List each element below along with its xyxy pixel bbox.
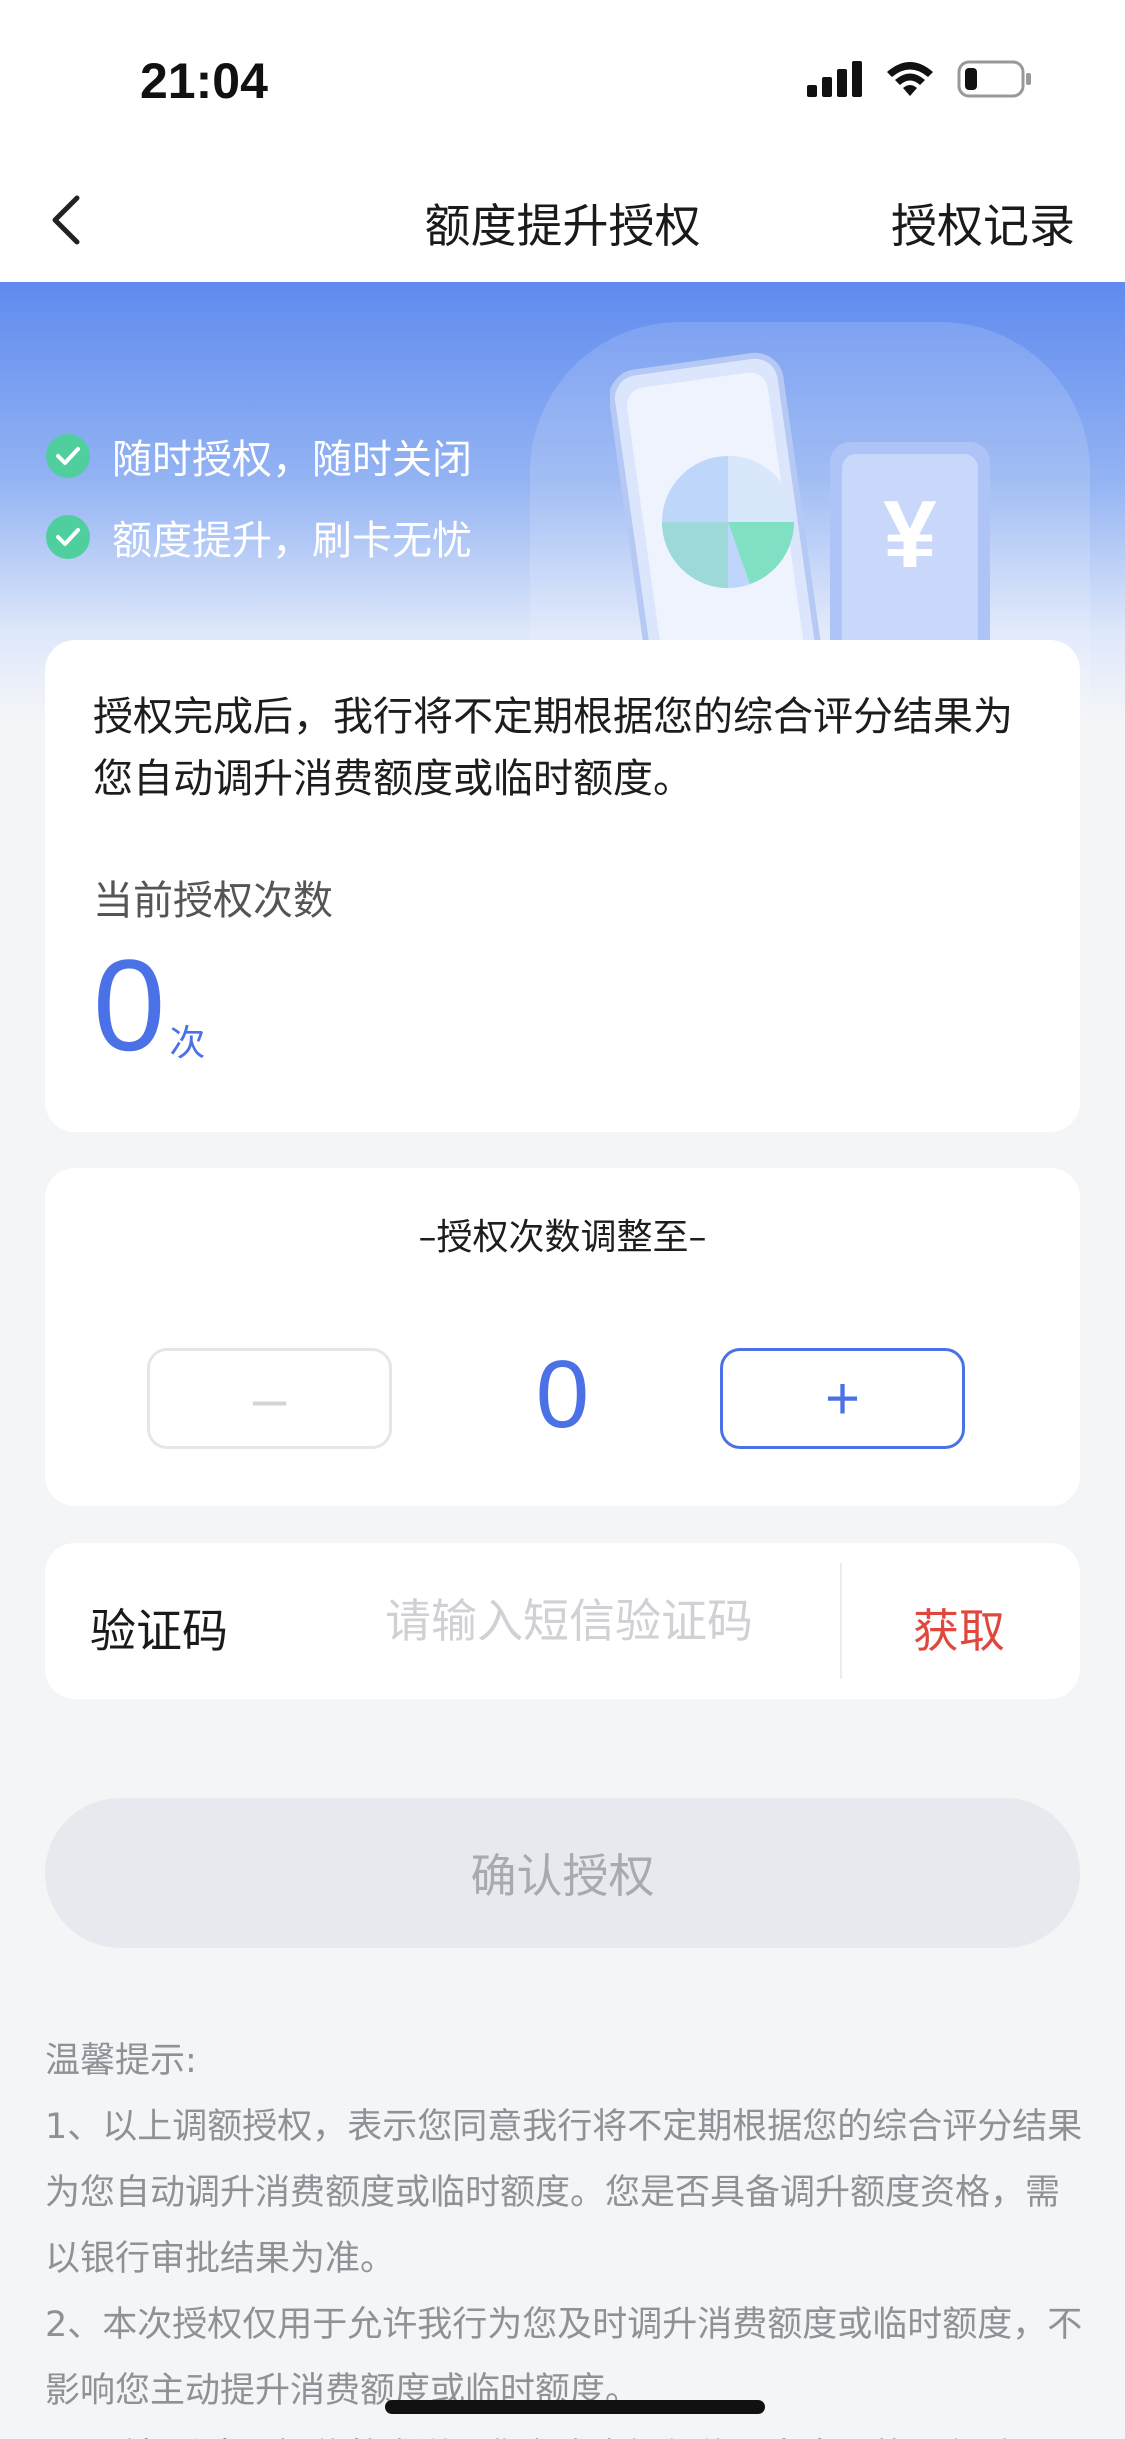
divider xyxy=(840,1563,842,1679)
auth-records-link[interactable]: 授权记录 xyxy=(891,190,1075,256)
feature-text: 随时授权，随时关闭 xyxy=(112,437,472,483)
battery-icon xyxy=(957,60,1031,98)
status-bar: 21:04 xyxy=(0,0,1125,160)
get-code-button[interactable]: 获取 xyxy=(913,1595,1005,1661)
feature-item: 额度提升，刷卡无忧 xyxy=(46,508,472,566)
tips-title: 温馨提示: xyxy=(45,2041,197,2081)
chevron-left-icon xyxy=(52,195,80,245)
increment-button[interactable]: + xyxy=(720,1348,965,1449)
count-unit: 次 xyxy=(169,1023,206,1064)
adjust-title: –授权次数调整至– xyxy=(418,1217,707,1258)
tips-line: 3、手机动态码短信将发送至您在广发银行信用卡中心的预留手 xyxy=(45,2424,1085,2439)
count-number: 0 xyxy=(93,932,166,1078)
adjust-card: –授权次数调整至– – 0 + xyxy=(45,1168,1080,1506)
sms-code-input[interactable] xyxy=(385,1585,845,1657)
confirm-authorization-button[interactable]: 确认授权 xyxy=(45,1798,1080,1948)
count-display: 0 次 xyxy=(93,940,205,1070)
tips-section: 温馨提示: 1、以上调额授权，表示您同意我行将不定期根据您的综合评分结果为您自动… xyxy=(45,2028,1085,2439)
signal-icon xyxy=(807,61,862,97)
nav-bar: 额度提升授权 授权记录 xyxy=(0,160,1125,282)
yuan-symbol: ¥ xyxy=(883,481,936,588)
home-indicator xyxy=(385,2400,765,2414)
status-time: 21:04 xyxy=(140,53,268,109)
feature-text: 额度提升，刷卡无忧 xyxy=(112,518,472,564)
wifi-icon xyxy=(887,62,933,96)
count-label: 当前授权次数 xyxy=(93,878,333,924)
check-icon xyxy=(46,434,90,478)
verification-code-card: 验证码 获取 xyxy=(45,1543,1080,1699)
back-button[interactable] xyxy=(36,190,96,250)
status-icons xyxy=(807,60,1033,98)
info-description: 授权完成后，我行将不定期根据您的综合评分结果为您自动调升消费额度或临时额度。 xyxy=(93,694,1013,802)
info-card: 授权完成后，我行将不定期根据您的综合评分结果为您自动调升消费额度或临时额度。 当… xyxy=(45,640,1080,1132)
check-icon xyxy=(46,515,90,559)
code-label: 验证码 xyxy=(90,1604,228,1658)
tips-line: 1、以上调额授权，表示您同意我行将不定期根据您的综合评分结果为您自动调升消费额度… xyxy=(45,2107,1083,2279)
feature-item: 随时授权，随时关闭 xyxy=(46,427,472,485)
